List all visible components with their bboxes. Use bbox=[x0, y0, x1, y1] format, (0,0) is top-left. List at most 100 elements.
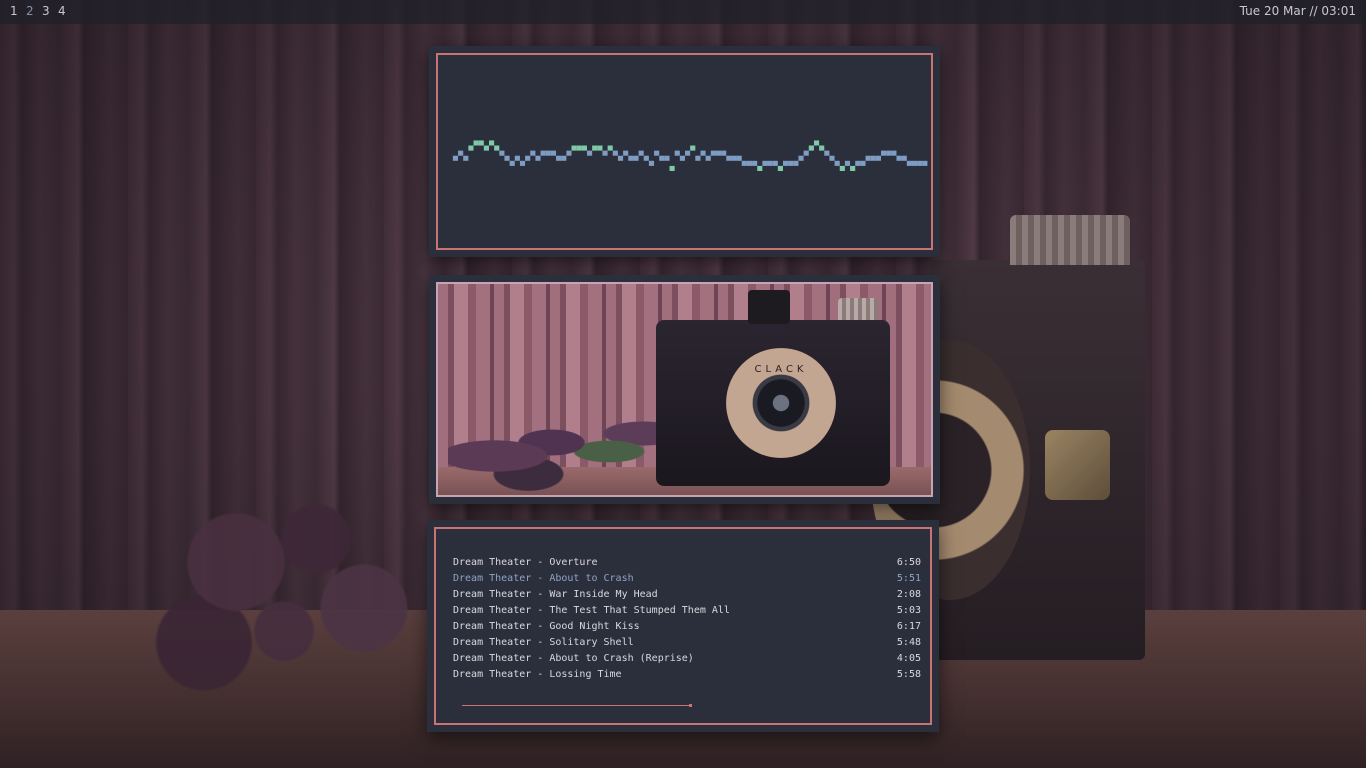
visualizer-bar bbox=[922, 160, 928, 166]
visualizer-bar bbox=[855, 160, 861, 166]
visualizer-bar bbox=[458, 150, 464, 156]
track-row[interactable]: Dream Theater - War Inside My Head 2:08 bbox=[453, 587, 921, 603]
workspace-switcher: 1 2 3 4 bbox=[10, 4, 74, 18]
visualizer-bar bbox=[509, 160, 515, 166]
workspace-4[interactable]: 4 bbox=[58, 4, 74, 18]
visualizer-bar bbox=[643, 155, 649, 161]
visualizer-bar bbox=[499, 150, 505, 156]
visualizer-bar bbox=[808, 145, 814, 151]
visualizer-bar bbox=[834, 160, 840, 166]
visualizer-bar bbox=[571, 145, 577, 151]
track-row[interactable]: Dream Theater - Overture 6:50 bbox=[453, 555, 921, 571]
visualizer-bar bbox=[896, 155, 902, 161]
visualizer-bar bbox=[886, 150, 892, 156]
track-list: Dream Theater - Overture 6:50 Dream Theate… bbox=[453, 555, 921, 683]
visualizer-bar bbox=[901, 155, 907, 161]
visualizer-bar bbox=[654, 150, 660, 156]
album-art-lens-label: CLACK bbox=[754, 364, 808, 375]
visualizer-bar bbox=[690, 145, 696, 151]
visualizer-bar bbox=[597, 145, 603, 151]
visualizer-bar bbox=[617, 155, 624, 161]
visualizer-frame bbox=[436, 53, 933, 250]
visualizer-bar bbox=[906, 160, 912, 166]
visualizer-bar bbox=[850, 165, 856, 171]
visualizer-bar bbox=[829, 155, 835, 161]
album-art-window[interactable]: CLACK bbox=[429, 275, 940, 504]
track-duration: 4:05 bbox=[896, 653, 921, 664]
visualizer-bar bbox=[917, 160, 923, 166]
workspace-2[interactable]: 2 bbox=[26, 4, 42, 18]
playlist-frame: Dream Theater - Overture 6:50 Dream Theate… bbox=[434, 527, 932, 725]
track-duration: 5:51 bbox=[896, 573, 921, 584]
visualizer-bar bbox=[777, 165, 784, 171]
visualizer-bar bbox=[659, 155, 665, 161]
visualizer-bar bbox=[824, 150, 830, 156]
track-duration: 5:03 bbox=[896, 605, 921, 616]
visualizer-bar bbox=[741, 160, 747, 166]
track-row[interactable]: Dream Theater - About to Crash (Reprise)… bbox=[453, 651, 921, 667]
track-row[interactable]: Dream Theater - Lossing Time 5:58 bbox=[453, 667, 921, 683]
visualizer-bar bbox=[891, 150, 897, 156]
track-row[interactable]: Dream Theater - The Test That Stumped Th… bbox=[453, 603, 921, 619]
visualizer-bar bbox=[581, 145, 587, 151]
track-row[interactable]: Dream Theater - Solitary Shell 5:48 bbox=[453, 635, 921, 651]
track-duration: 6:17 bbox=[896, 621, 921, 632]
visualizer-bar bbox=[679, 155, 685, 161]
visualizer-bar bbox=[519, 160, 526, 166]
visualizer-bar bbox=[638, 150, 644, 156]
visualizer-bar bbox=[803, 150, 809, 156]
visualizer-bar bbox=[736, 155, 742, 161]
visualizer-bar bbox=[478, 140, 484, 146]
visualizer-bar bbox=[602, 150, 608, 156]
track-title: Dream Theater - The Test That Stumped Th… bbox=[453, 605, 730, 616]
visualizer-bar bbox=[473, 140, 479, 146]
visualizer-bar bbox=[684, 150, 691, 156]
track-row[interactable]: Dream Theater - Good Night Kiss 6:17 bbox=[453, 619, 921, 635]
visualizer-bar bbox=[721, 150, 727, 156]
visualizer-window[interactable] bbox=[429, 46, 940, 257]
visualizer-bar bbox=[844, 160, 851, 166]
visualizer-bar bbox=[731, 155, 737, 161]
visualizer-bar bbox=[762, 160, 768, 166]
visualizer-bar bbox=[628, 155, 634, 161]
visualizer-bar bbox=[561, 155, 567, 161]
visualizer-bar bbox=[612, 150, 618, 156]
audio-visualizer bbox=[452, 140, 928, 171]
visualizer-bar bbox=[633, 155, 639, 161]
visualizer-bar bbox=[746, 160, 753, 166]
visualizer-bar bbox=[788, 160, 794, 166]
visualizer-bar bbox=[488, 140, 495, 146]
album-art-image: CLACK bbox=[438, 284, 931, 495]
wallpaper-lavender bbox=[140, 470, 460, 700]
visualizer-bar bbox=[870, 155, 876, 161]
visualizer-bar bbox=[648, 160, 655, 166]
visualizer-bar bbox=[705, 155, 711, 161]
visualizer-bar bbox=[757, 165, 763, 171]
workspace-1[interactable]: 1 bbox=[10, 4, 26, 18]
wallpaper-camera-badge bbox=[1045, 430, 1110, 500]
track-title: Dream Theater - About to Crash bbox=[453, 573, 634, 584]
visualizer-bar bbox=[452, 155, 459, 161]
workspace-3[interactable]: 3 bbox=[42, 4, 58, 18]
visualizer-bar bbox=[514, 155, 520, 161]
visualizer-bar bbox=[535, 155, 541, 161]
visualizer-bar bbox=[550, 150, 557, 156]
visualizer-bar bbox=[545, 150, 551, 156]
progress-knob[interactable] bbox=[689, 704, 692, 707]
visualizer-bar bbox=[468, 145, 474, 151]
visualizer-bar bbox=[911, 160, 918, 166]
visualizer-bar bbox=[875, 155, 882, 161]
visualizer-bar bbox=[669, 165, 675, 171]
album-art-frame: CLACK bbox=[436, 282, 933, 497]
visualizer-bar bbox=[865, 155, 871, 161]
track-title: Dream Theater - War Inside My Head bbox=[453, 589, 658, 600]
visualizer-bar bbox=[726, 155, 732, 161]
visualizer-bar bbox=[463, 155, 469, 161]
visualizer-bar bbox=[772, 160, 778, 166]
track-row[interactable]: Dream Theater - About to Crash 5:51 bbox=[453, 571, 921, 587]
progress-bar[interactable] bbox=[462, 705, 691, 706]
visualizer-bar bbox=[860, 160, 866, 166]
track-duration: 6:50 bbox=[896, 557, 921, 568]
visualizer-bar bbox=[819, 145, 825, 151]
playlist-window[interactable]: Dream Theater - Overture 6:50 Dream Theate… bbox=[427, 520, 939, 732]
